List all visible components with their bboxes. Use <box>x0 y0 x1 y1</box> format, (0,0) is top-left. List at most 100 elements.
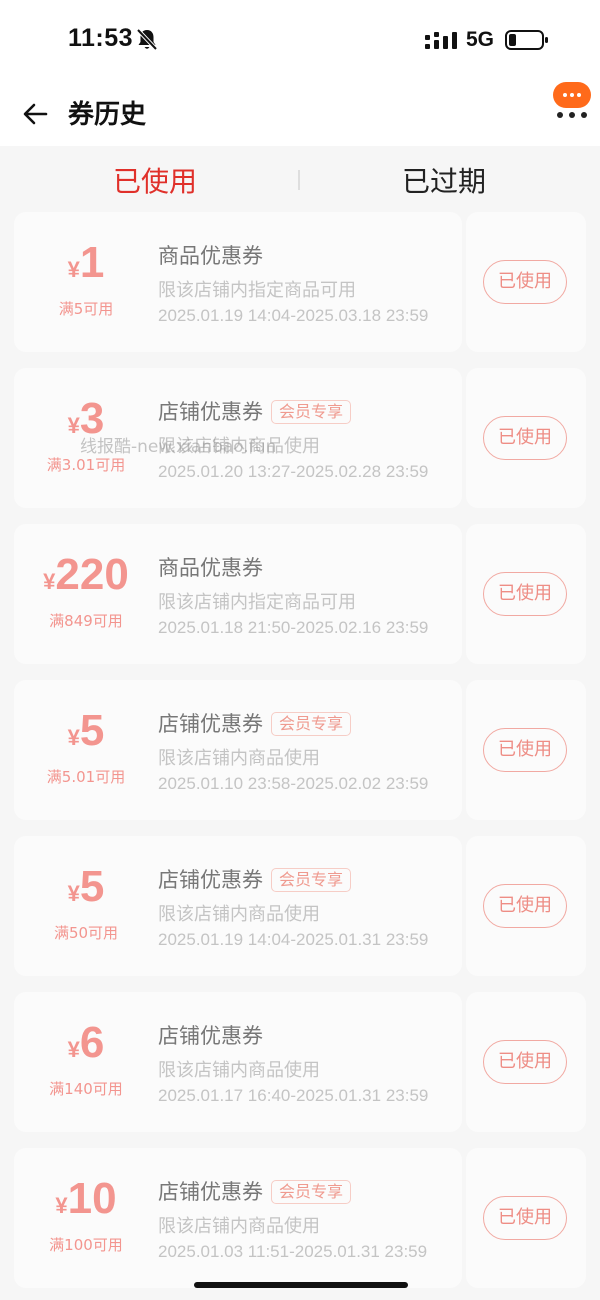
coupon-validity: 2025.01.10 23:58-2025.02.02 23:59 <box>158 774 429 793</box>
coupon-title: 商品优惠券 <box>158 244 263 268</box>
home-indicator[interactable] <box>194 1282 408 1288</box>
battery-icon <box>505 30 548 50</box>
coupon-card[interactable]: ¥1 满5可用 商品优惠券 限该店铺内指定商品可用 2025.01.19 14:… <box>14 212 586 352</box>
used-status-button[interactable]: 已使用 <box>483 1040 567 1084</box>
coupon-body: ¥5 满5.01可用 店铺优惠券 会员专享 限该店铺内商品使用 2025.01.1… <box>14 680 462 820</box>
watermark: 线报酷-new.xianbao.fun <box>80 437 277 457</box>
coupon-amount: ¥6 <box>14 1018 158 1068</box>
coupon-side: 已使用 <box>466 836 586 976</box>
coupon-card[interactable]: ¥5 满5.01可用 店铺优惠券 会员专享 限该店铺内商品使用 2025.01.1… <box>14 680 586 820</box>
member-badge: 会员专享 <box>271 712 352 736</box>
coupon-title: 商品优惠券 <box>158 556 263 580</box>
coupon-value: 5 <box>79 706 105 755</box>
coupon-threshold: 满3.01可用 <box>46 456 126 474</box>
coupon-title-row: 店铺优惠券 会员专享 <box>158 396 352 426</box>
coupon-validity: 2025.01.17 16:40-2025.01.31 23:59 <box>158 1086 429 1105</box>
coupon-validity: 2025.01.18 21:50-2025.02.16 23:59 <box>158 618 429 637</box>
coupon-scope: 限该店铺内商品使用 <box>158 904 320 925</box>
coupon-body: ¥5 满50可用 店铺优惠券 会员专享 限该店铺内商品使用 2025.01.19 … <box>14 836 462 976</box>
used-status-button[interactable]: 已使用 <box>483 728 567 772</box>
coupon-amount: ¥1 <box>14 238 158 288</box>
used-status-button[interactable]: 已使用 <box>483 572 567 616</box>
more-button[interactable] <box>553 82 591 122</box>
coupon-title-row: 商品优惠券 <box>158 240 263 270</box>
coupon-amount: ¥220 <box>14 550 158 600</box>
coupon-card[interactable]: ¥6 满140可用 店铺优惠券 限该店铺内商品使用 2025.01.17 16:… <box>14 992 586 1132</box>
coupon-validity: 2025.01.19 14:04-2025.01.31 23:59 <box>158 930 429 949</box>
nav-bar: 券历史 <box>0 80 600 146</box>
coupon-title-row: 商品优惠券 <box>158 552 263 582</box>
currency-symbol: ¥ <box>67 413 80 438</box>
coupon-scope: 限该店铺内商品使用 <box>158 1060 320 1081</box>
coupon-side: 已使用 <box>466 1148 586 1288</box>
coupon-value: 220 <box>55 550 129 599</box>
coupon-title-row: 店铺优惠券 会员专享 <box>158 864 352 894</box>
coupon-card[interactable]: ¥5 满50可用 店铺优惠券 会员专享 限该店铺内商品使用 2025.01.19 … <box>14 836 586 976</box>
coupon-scope: 限该店铺内指定商品可用 <box>158 592 356 613</box>
used-status-button[interactable]: 已使用 <box>483 884 567 928</box>
currency-symbol: ¥ <box>43 569 56 594</box>
tab-expired[interactable]: 已过期 <box>402 160 486 200</box>
network-label: 5G <box>466 28 495 51</box>
coupon-title: 店铺优惠券 <box>158 1180 263 1204</box>
coupon-body: ¥6 满140可用 店铺优惠券 限该店铺内商品使用 2025.01.17 16:… <box>14 992 462 1132</box>
bell-muted-icon <box>136 28 158 51</box>
used-status-button[interactable]: 已使用 <box>483 260 567 304</box>
coupon-value: 10 <box>67 1174 117 1223</box>
tab-divider <box>298 170 300 190</box>
currency-symbol: ¥ <box>67 881 80 906</box>
coupon-threshold: 满849可用 <box>49 612 123 630</box>
coupon-value: 1 <box>79 238 105 287</box>
coupon-title-row: 店铺优惠券 会员专享 <box>158 708 352 738</box>
coupon-title: 店铺优惠券 <box>158 1024 263 1048</box>
coupon-value: 6 <box>79 1018 105 1067</box>
coupon-threshold: 满50可用 <box>53 924 119 942</box>
coupon-side: 已使用 <box>466 992 586 1132</box>
member-badge: 会员专享 <box>271 400 352 424</box>
coupon-card[interactable]: ¥220 满849可用 商品优惠券 限该店铺内指定商品可用 2025.01.18… <box>14 524 586 664</box>
coupon-threshold: 满100可用 <box>49 1236 123 1254</box>
status-time: 11:53 <box>68 24 134 52</box>
coupon-threshold: 满140可用 <box>49 1080 123 1098</box>
coupon-value: 5 <box>79 862 105 911</box>
more-bubble-icon <box>553 82 591 108</box>
coupon-body: ¥10 满100可用 店铺优惠券 会员专享 限该店铺内商品使用 2025.01.0… <box>14 1148 462 1288</box>
more-dots-icon <box>557 112 587 118</box>
currency-symbol: ¥ <box>67 725 80 750</box>
coupon-body: ¥220 满849可用 商品优惠券 限该店铺内指定商品可用 2025.01.18… <box>14 524 462 664</box>
currency-symbol: ¥ <box>67 1037 80 1062</box>
coupon-threshold: 满5.01可用 <box>46 768 126 786</box>
coupon-side: 已使用 <box>466 524 586 664</box>
coupon-amount: ¥10 <box>14 1174 158 1224</box>
member-badge: 会员专享 <box>271 1180 352 1204</box>
coupon-amount: ¥5 <box>14 706 158 756</box>
coupon-scope: 限该店铺内商品使用 <box>158 748 320 769</box>
coupon-title-row: 店铺优惠券 会员专享 <box>158 1176 352 1206</box>
page-title: 券历史 <box>68 100 147 130</box>
signal-icon <box>425 32 457 49</box>
coupon-validity: 2025.01.19 14:04-2025.03.18 23:59 <box>158 306 429 325</box>
coupon-side: 已使用 <box>466 212 586 352</box>
coupon-validity: 2025.01.20 13:27-2025.02.28 23:59 <box>158 462 429 481</box>
coupon-title: 店铺优惠券 <box>158 868 263 892</box>
coupon-scope: 限该店铺内指定商品可用 <box>158 280 356 301</box>
member-badge: 会员专享 <box>271 868 352 892</box>
back-arrow-icon[interactable] <box>20 98 52 130</box>
used-status-button[interactable]: 已使用 <box>483 416 567 460</box>
coupon-card[interactable]: ¥10 满100可用 店铺优惠券 会员专享 限该店铺内商品使用 2025.01.0… <box>14 1148 586 1288</box>
coupon-side: 已使用 <box>466 680 586 820</box>
status-bar: 11:53 5G <box>0 0 600 80</box>
used-status-button[interactable]: 已使用 <box>483 1196 567 1240</box>
currency-symbol: ¥ <box>55 1193 68 1218</box>
coupon-title-row: 店铺优惠券 <box>158 1020 263 1050</box>
coupon-body: ¥1 满5可用 商品优惠券 限该店铺内指定商品可用 2025.01.19 14:… <box>14 212 462 352</box>
coupon-validity: 2025.01.03 11:51-2025.01.31 23:59 <box>158 1242 428 1261</box>
coupon-title: 店铺优惠券 <box>158 712 263 736</box>
tab-used[interactable]: 已使用 <box>113 160 197 200</box>
coupon-title: 店铺优惠券 <box>158 400 263 424</box>
coupon-scope: 限该店铺内商品使用 <box>158 1216 320 1237</box>
main-content: 已使用 已过期 ¥1 满5可用 商品优惠券 限该店铺内指定商品可用 2025.0… <box>0 146 600 1300</box>
coupon-side: 已使用 <box>466 368 586 508</box>
currency-symbol: ¥ <box>67 257 80 282</box>
tab-bar: 已使用 已过期 <box>0 146 600 212</box>
